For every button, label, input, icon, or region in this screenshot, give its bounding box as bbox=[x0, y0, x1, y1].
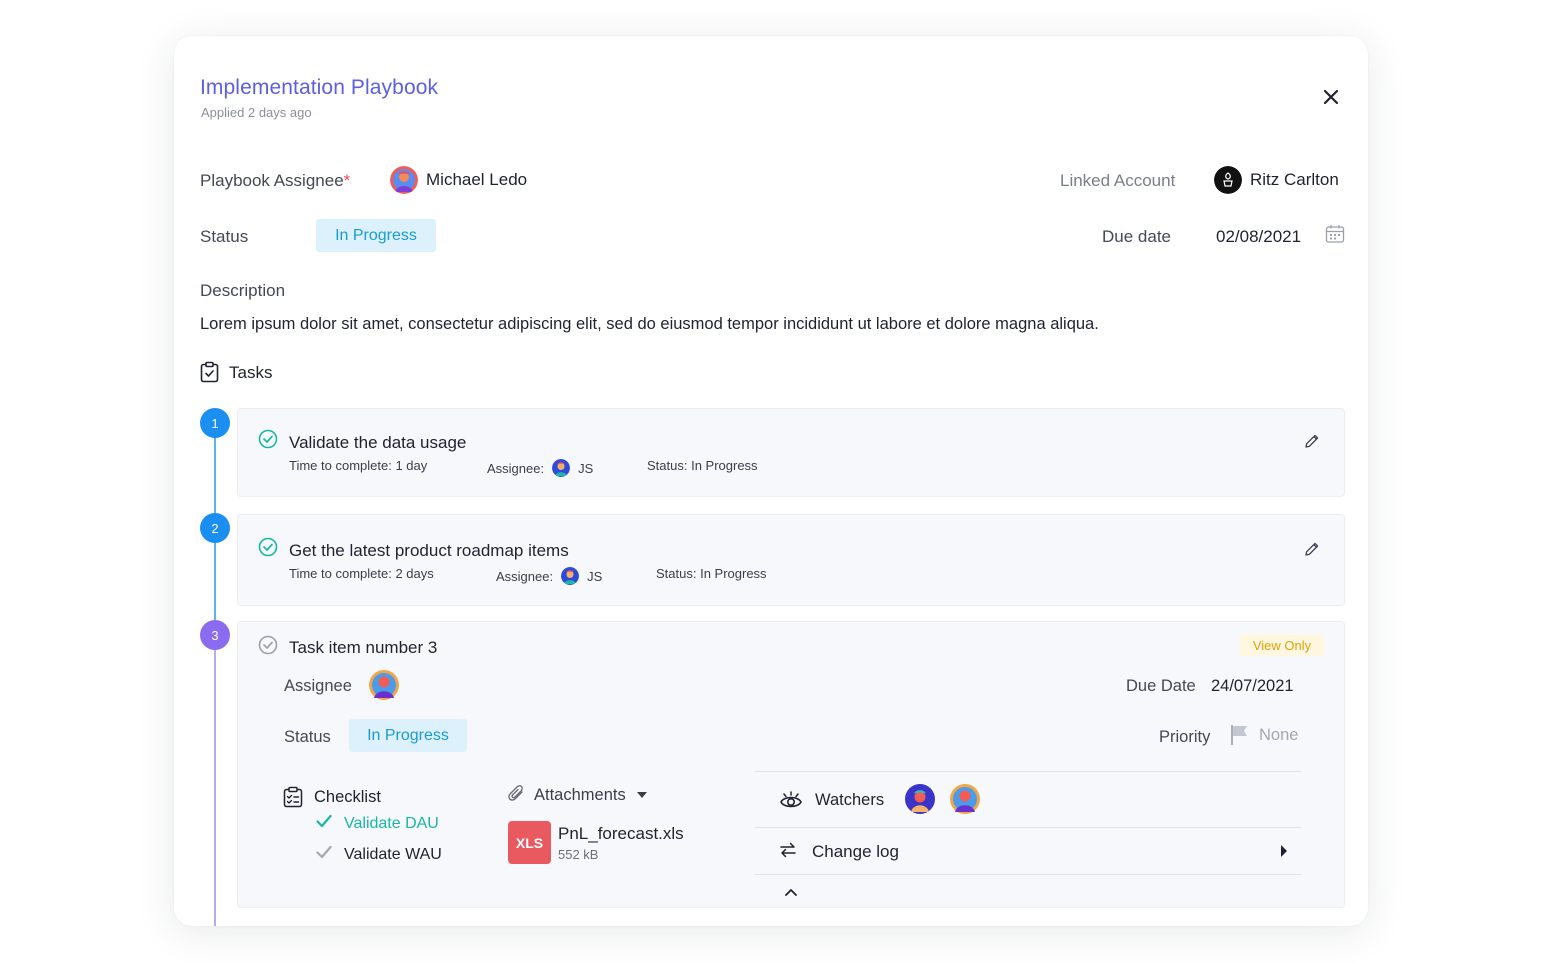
attachments-heading: Attachments bbox=[534, 786, 626, 804]
assignee-label: Assignee bbox=[284, 677, 352, 695]
avatar bbox=[390, 166, 418, 194]
divider bbox=[755, 771, 1301, 772]
checklist-item-label: Validate DAU bbox=[344, 814, 439, 832]
ritz-logo-icon bbox=[1214, 166, 1242, 194]
description-text: Lorem ipsum dolor sit amet, consectetur … bbox=[200, 315, 1099, 333]
task-assignee-label: Assignee: bbox=[496, 568, 554, 584]
swap-arrows-icon bbox=[779, 841, 797, 864]
assignee-label: Playbook Assignee* bbox=[200, 171, 350, 191]
checklist-item[interactable]: Validate WAU bbox=[316, 845, 442, 864]
tasks-heading: Tasks bbox=[229, 363, 273, 382]
check-icon bbox=[316, 845, 332, 864]
task-title: Validate the data usage bbox=[289, 433, 467, 452]
avatar[interactable] bbox=[950, 784, 980, 819]
assignee-picker[interactable]: Michael Ledo bbox=[390, 166, 527, 194]
task-card[interactable]: Validate the data usage Time to complete… bbox=[237, 408, 1345, 497]
due-date-label: Due Date bbox=[1126, 677, 1196, 695]
checklist-heading: Checklist bbox=[314, 788, 381, 806]
task-assignee: Assignee: JS bbox=[496, 567, 602, 585]
required-mark: * bbox=[343, 171, 351, 190]
avatar bbox=[561, 567, 580, 585]
task-title: Task item number 3 bbox=[289, 638, 438, 657]
status-badge[interactable]: In Progress bbox=[316, 219, 436, 252]
status-label: Status bbox=[284, 728, 331, 746]
assignee-name: Michael Ledo bbox=[426, 170, 528, 189]
view-only-badge: View Only bbox=[1240, 634, 1324, 656]
task-status: Status: In Progress bbox=[647, 458, 758, 473]
status-badge[interactable]: In Progress bbox=[349, 719, 467, 752]
check-circle-icon[interactable] bbox=[258, 635, 278, 660]
due-date-value: 24/07/2021 bbox=[1211, 677, 1294, 695]
task-status: Status: In Progress bbox=[656, 566, 767, 581]
avatar bbox=[552, 459, 571, 477]
checklist-item-label: Validate WAU bbox=[344, 845, 442, 863]
change-log-row[interactable]: Change log bbox=[755, 828, 1301, 874]
task-card[interactable]: Get the latest product roadmap items Tim… bbox=[237, 514, 1345, 606]
attachment-file-size: 552 kB bbox=[558, 847, 599, 862]
chevron-up-icon[interactable] bbox=[784, 884, 798, 902]
check-icon bbox=[316, 814, 332, 833]
clipboard-check-icon bbox=[200, 361, 219, 388]
xls-file-icon[interactable]: XLS bbox=[508, 821, 551, 864]
modal-subtitle: Applied 2 days ago bbox=[201, 105, 312, 120]
linked-account-label: Linked Account bbox=[1060, 171, 1176, 190]
change-log-label: Change log bbox=[812, 842, 899, 861]
task-assignee-label: Assignee: bbox=[487, 460, 545, 476]
pencil-icon[interactable] bbox=[1304, 541, 1320, 562]
close-icon[interactable] bbox=[1320, 86, 1342, 108]
linked-account[interactable]: Ritz Carlton bbox=[1214, 166, 1339, 194]
priority-label: Priority bbox=[1159, 728, 1211, 746]
task-time: Time to complete: 2 days bbox=[289, 566, 434, 581]
check-circle-icon[interactable] bbox=[258, 537, 278, 562]
watchers-label: Watchers bbox=[815, 791, 885, 809]
status-label: Status bbox=[200, 227, 249, 246]
task-step-number: 2 bbox=[200, 513, 230, 543]
check-circle-icon[interactable] bbox=[258, 429, 278, 454]
caret-right-icon bbox=[1279, 844, 1289, 863]
eye-icon bbox=[779, 790, 803, 815]
task-step-number: 3 bbox=[200, 620, 230, 650]
task-title: Get the latest product roadmap items bbox=[289, 541, 569, 560]
priority-value[interactable]: None bbox=[1259, 726, 1298, 745]
linked-account-name: Ritz Carlton bbox=[1250, 170, 1339, 189]
checklist-icon bbox=[283, 786, 303, 813]
task-card-expanded: Task item number 3 View Only Assignee Du… bbox=[237, 621, 1345, 908]
divider bbox=[755, 874, 1301, 875]
playbook-modal: Implementation Playbook Applied 2 days a… bbox=[174, 36, 1368, 926]
calendar-icon[interactable] bbox=[1325, 224, 1345, 249]
due-date-value[interactable]: 02/08/2021 bbox=[1216, 227, 1301, 247]
description-label: Description bbox=[200, 281, 286, 300]
attachment-file-name[interactable]: PnL_forecast.xls bbox=[558, 824, 684, 844]
attachments-toggle[interactable]: Attachments bbox=[507, 783, 649, 808]
avatar[interactable] bbox=[369, 670, 399, 705]
task-assignee-initials: JS bbox=[587, 568, 603, 584]
timeline-line-upcoming bbox=[214, 650, 216, 926]
task-time: Time to complete: 1 day bbox=[289, 458, 428, 473]
assignee-label-text: Playbook Assignee bbox=[200, 171, 344, 190]
task-assignee-initials: JS bbox=[578, 460, 594, 476]
pencil-icon[interactable] bbox=[1304, 433, 1320, 454]
task-step-number: 1 bbox=[200, 408, 230, 438]
caret-down-icon bbox=[635, 787, 649, 805]
modal-title: Implementation Playbook bbox=[200, 76, 439, 99]
due-date-label: Due date bbox=[1102, 227, 1171, 246]
avatar[interactable] bbox=[905, 784, 935, 819]
flag-icon[interactable] bbox=[1230, 724, 1250, 751]
paperclip-icon bbox=[507, 783, 525, 808]
checklist-item[interactable]: Validate DAU bbox=[316, 814, 439, 833]
task-assignee: Assignee: JS bbox=[487, 459, 593, 477]
